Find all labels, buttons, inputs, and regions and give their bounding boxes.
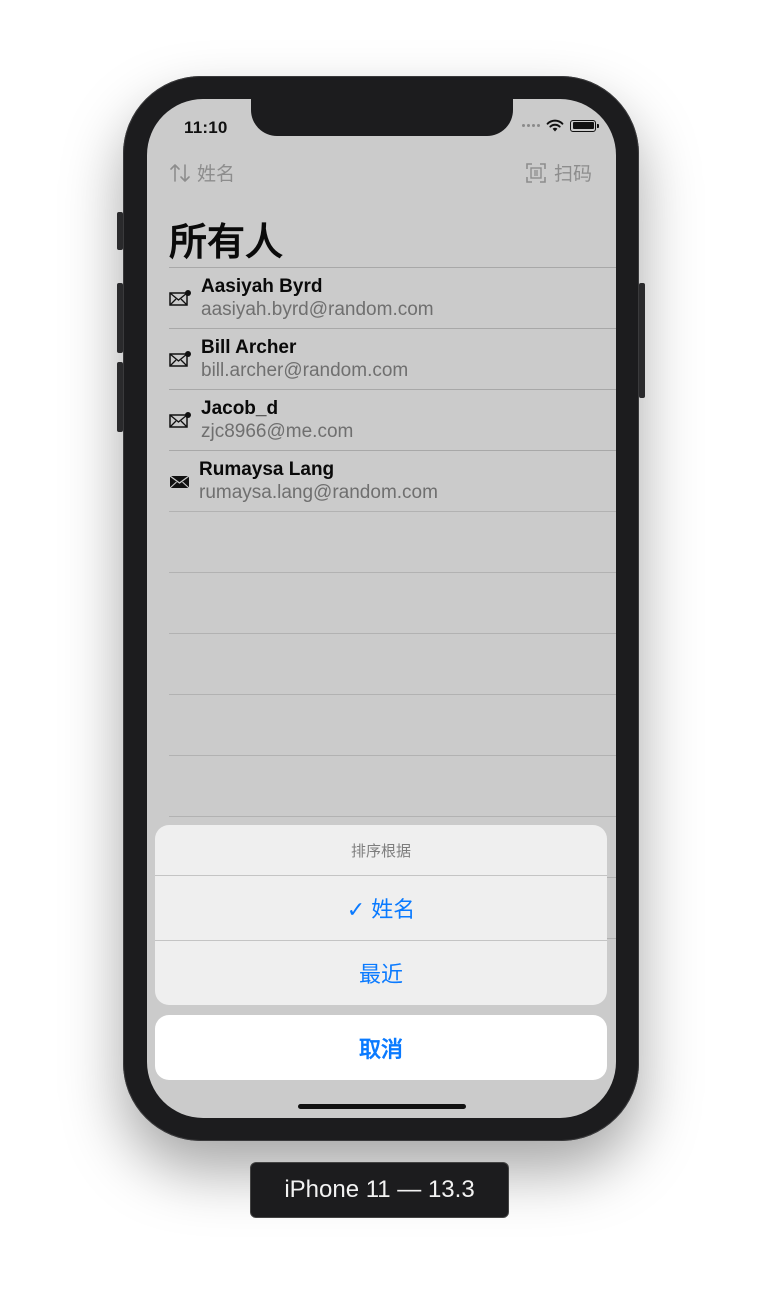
contact-email: aasiyah.byrd@random.com [201,299,434,320]
list-item[interactable]: Rumaysa Lang rumaysa.lang@random.com [169,450,616,511]
empty-row [169,755,616,816]
list-item[interactable]: Jacob_d zjc8966@me.com [169,389,616,450]
contact-name: Bill Archer [201,337,297,358]
envelope-unread-icon [169,290,191,306]
empty-row [169,511,616,572]
sort-by-name-option[interactable]: ✓ 姓名 [155,876,607,941]
sort-arrows-icon [170,163,190,182]
cellular-signal-icon [522,124,540,127]
envelope-unread-icon [169,351,191,367]
empty-row [169,633,616,694]
volume-up-button [117,283,123,353]
page-title: 所有人 [169,222,284,264]
scan-button[interactable]: 扫码 [526,159,592,186]
qr-scan-icon [526,162,546,183]
list-item[interactable]: Bill Archer bill.archer@random.com [169,328,616,389]
empty-row [169,694,616,755]
contact-email: zjc8966@me.com [201,421,354,442]
navigation-bar: 姓名 扫码 [147,159,616,191]
notch [251,99,513,136]
status-time: 11:10 [184,118,228,137]
scan-button-label: 扫码 [553,164,592,185]
sort-action-sheet: 排序根据 ✓ 姓名 最近 [155,825,607,1005]
list-item[interactable]: Aasiyah Byrd aasiyah.byrd@random.com [169,267,616,328]
sort-button[interactable]: 姓名 [169,159,235,186]
contact-email: bill.archer@random.com [201,360,409,381]
battery-icon [570,119,599,132]
empty-row [169,572,616,633]
action-sheet-title: 排序根据 [155,825,607,876]
contact-name: Jacob_d [201,398,279,419]
contact-name: Rumaysa Lang [199,459,335,480]
wifi-icon [546,119,564,132]
contact-name: Aasiyah Byrd [201,276,323,297]
home-indicator[interactable] [298,1104,466,1109]
envelope-filled-icon [169,475,190,489]
cancel-button[interactable]: 取消 [155,1015,607,1080]
contact-email: rumaysa.lang@random.com [199,482,438,503]
power-button [639,283,645,398]
envelope-unread-icon [169,412,191,428]
status-indicators [522,119,599,132]
sort-button-label: 姓名 [197,164,236,185]
volume-down-button [117,362,123,432]
device-screen: 11:10 姓名 扫码 所有人 Aasiyah Byrd aasiyah.byr… [147,99,616,1118]
sort-by-recent-option[interactable]: 最近 [155,941,607,1005]
mute-switch [117,212,123,250]
device-label: iPhone 11 — 13.3 [250,1162,509,1218]
